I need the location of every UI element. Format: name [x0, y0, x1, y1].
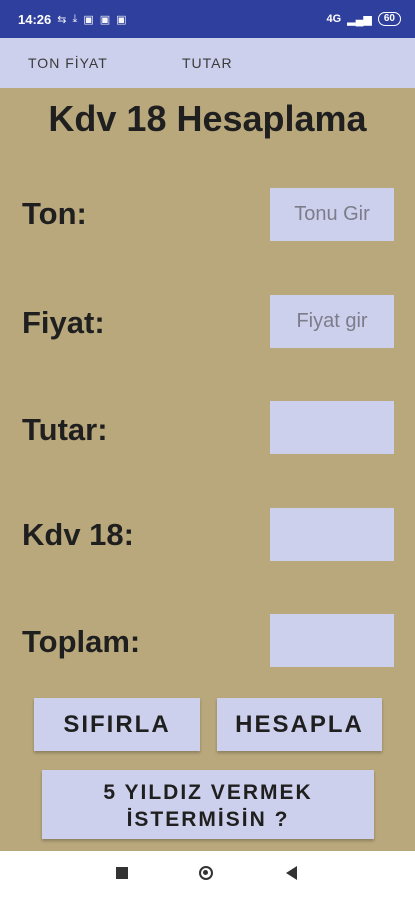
calculate-button[interactable]: HESAPLA [217, 698, 382, 751]
back-icon[interactable] [286, 866, 297, 880]
status-bar: 14:26 ⇆ ⤓ ▣ ▣ ▣ 4G ▂▄▆ 60 [0, 0, 415, 38]
rate-line-2: İSTERMİSİN ? [126, 807, 290, 831]
fiyat-label: Fiyat: [22, 305, 105, 340]
kdv-field[interactable] [270, 508, 394, 561]
sync-icon: ⇆ [57, 13, 67, 26]
network-label: 4G [326, 13, 342, 25]
home-icon[interactable] [199, 866, 213, 880]
battery-icon: 60 [377, 12, 401, 26]
ton-label: Ton: [22, 196, 87, 231]
notification-icon: ▣ [116, 13, 127, 26]
toplam-field[interactable] [270, 614, 394, 667]
signal-icon: ▂▄▆ [347, 13, 372, 26]
notification-icon: ▣ [99, 13, 111, 26]
ton-input[interactable] [270, 188, 394, 241]
tab-tutar[interactable]: TUTAR [182, 55, 233, 71]
toplam-label: Toplam: [22, 624, 141, 659]
reset-button[interactable]: SIFIRLA [34, 698, 200, 751]
tutar-field[interactable] [270, 401, 394, 454]
download-icon: ⤓ [72, 12, 78, 25]
battery-level: 60 [383, 13, 395, 24]
system-nav-bar [0, 851, 415, 900]
rate-app-button[interactable]: 5 YILDIZ VERMEK İSTERMİSİN ? [42, 770, 374, 839]
tab-ton-fiyat[interactable]: TON FİYAT [28, 55, 108, 71]
page-title: Kdv 18 Hesaplama [48, 98, 367, 139]
recents-icon[interactable] [116, 867, 128, 879]
status-time: 14:26 [18, 11, 52, 27]
fiyat-input[interactable] [270, 295, 394, 348]
notification-icon: ▣ [83, 13, 94, 26]
rate-line-1: 5 YILDIZ VERMEK [103, 780, 313, 804]
kdv-label: Kdv 18: [22, 517, 134, 552]
tutar-label: Tutar: [22, 412, 108, 447]
tab-bar: TON FİYAT TUTAR [0, 38, 415, 88]
